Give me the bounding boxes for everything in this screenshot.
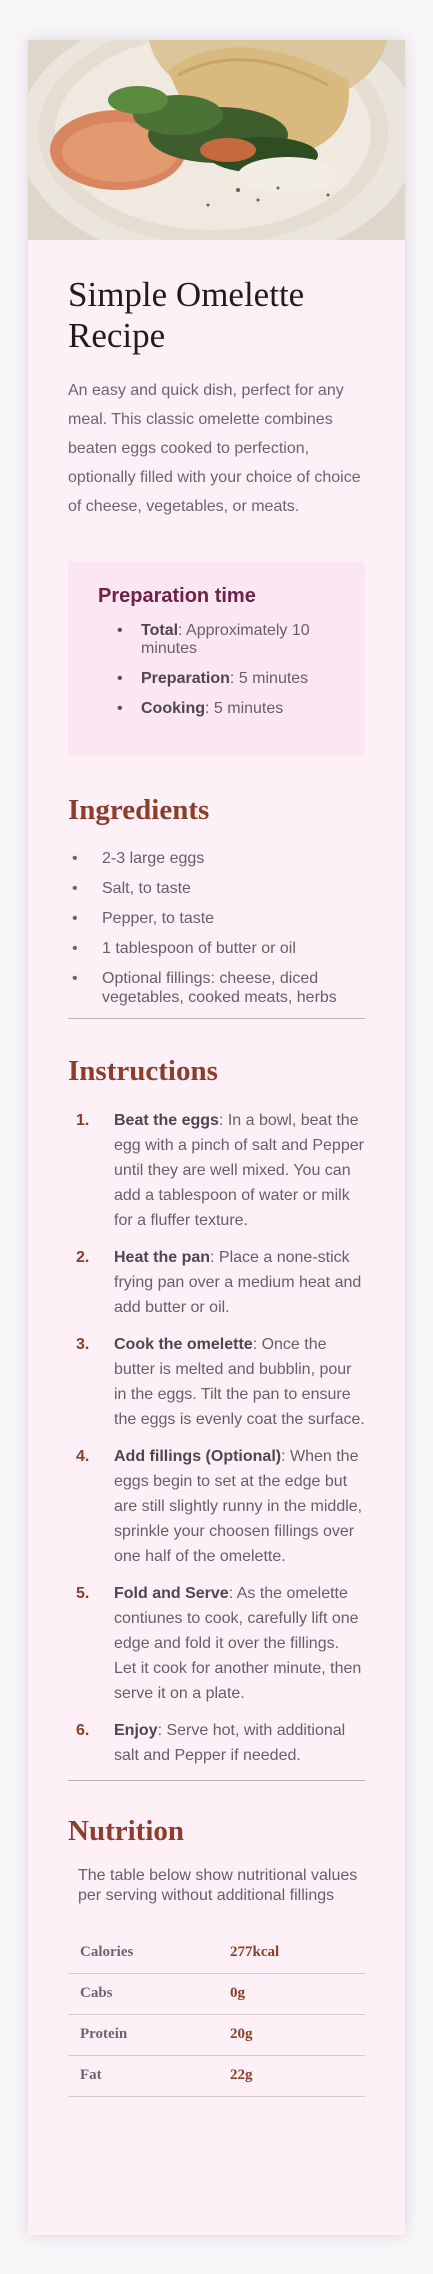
nutrient-name: Cabs — [68, 1973, 218, 2015]
ingredient-item: 2-3 large eggs — [68, 849, 365, 868]
step-number: 4. — [76, 1448, 90, 1465]
ingredient-item: 1 tablespoon of butter or oil — [68, 939, 365, 958]
prep-item-value: : 5 minutes — [205, 700, 284, 717]
instructions-list: 1. Beat the eggs: In a bowl, beat the egg… — [68, 1108, 365, 1768]
nutrient-name: Calories — [68, 1932, 218, 1974]
preparation-time-heading: Preparation time — [98, 585, 256, 607]
step-label: Beat the eggs — [114, 1112, 219, 1129]
step-text: : In a bowl, beat the egg with a pinch o… — [114, 1112, 364, 1229]
step-number: 5. — [76, 1585, 90, 1602]
nutrient-value: 20g — [218, 2014, 365, 2056]
instruction-step: 5. Fold and Serve: As the omelette contiu… — [68, 1581, 365, 1706]
nutrition-table: Calories 277kcal Cabs 0g Protein 20g Fat 22g — [68, 1932, 365, 2097]
step-number: 1. — [76, 1112, 90, 1129]
step-label: Enjoy — [114, 1722, 158, 1739]
recipe-title: Simple Omelette Recipe — [68, 275, 305, 355]
recipe-card: Simple Omelette Recipe An easy and quick… — [28, 40, 405, 2235]
section-divider — [68, 1018, 365, 1019]
nutrition-heading: Nutrition — [68, 1815, 184, 1847]
step-label: Heat the pan — [114, 1249, 211, 1266]
nutrient-value: 277kcal — [218, 1932, 365, 1974]
ingredients-heading: Ingredients — [68, 794, 210, 826]
omelette-photo — [28, 40, 405, 240]
instruction-step: 6. Enjoy: Serve hot, with additional salt… — [68, 1718, 365, 1768]
nutrient-name: Fat — [68, 2055, 218, 2097]
step-label: Fold and Serve — [114, 1585, 229, 1602]
step-number: 6. — [76, 1722, 90, 1739]
prep-item-label: Preparation — [141, 670, 230, 687]
nutrient-value: 0g — [218, 1973, 365, 2015]
ingredient-item: Salt, to taste — [68, 879, 365, 898]
instruction-step: 3. Cook the omelette: Once the butter is … — [68, 1332, 365, 1432]
step-text: : As the omelette contiunes to cook, car… — [114, 1585, 362, 1702]
preparation-time-box: Preparation time Total: Approximately 10… — [68, 561, 365, 756]
nutrition-description: The table below show nutritional values … — [78, 1867, 358, 1904]
table-row: Fat 22g — [68, 2055, 365, 2097]
step-label: Add fillings (Optional) — [114, 1448, 282, 1465]
table-row: Calories 277kcal — [68, 1932, 365, 1974]
recipe-intro: An easy and quick dish, perfect for any … — [68, 382, 361, 515]
nutrient-name: Protein — [68, 2014, 218, 2056]
prep-item-total: Total: Approximately 10 minutes — [108, 622, 335, 658]
prep-item-value: : 5 minutes — [229, 670, 309, 687]
step-number: 3. — [76, 1336, 90, 1353]
prep-item-label: Cooking — [141, 700, 205, 717]
instruction-step: 1. Beat the eggs: In a bowl, beat the egg… — [68, 1108, 365, 1233]
instruction-step: 2. Heat the pan: Place a none-stick fryin… — [68, 1245, 365, 1320]
ingredients-list: 2-3 large eggs Salt, to taste Pepper, to… — [68, 849, 365, 1007]
prep-item-preparation: Preparation: 5 minutes — [108, 670, 335, 688]
ingredient-item: Pepper, to taste — [68, 909, 365, 928]
section-divider — [68, 1780, 365, 1781]
nutrient-value: 22g — [218, 2055, 365, 2097]
table-row: Cabs 0g — [68, 1973, 365, 2015]
table-row: Protein 20g — [68, 2014, 365, 2056]
step-text: : When the eggs begin to set at the edge… — [114, 1448, 363, 1565]
prep-item-cooking: Cooking: 5 minutes — [108, 700, 335, 718]
omelette-image — [28, 40, 405, 240]
step-number: 2. — [76, 1249, 90, 1266]
instruction-step: 4. Add fillings (Optional): When the eggs… — [68, 1444, 365, 1569]
instructions-heading: Instructions — [68, 1055, 218, 1087]
step-label: Cook the omelette — [114, 1336, 253, 1353]
preparation-time-list: Total: Approximately 10 minutes Preparat… — [98, 622, 335, 718]
ingredient-item: Optional fillings: cheese, diced vegetab… — [68, 969, 365, 1007]
prep-item-label: Total — [141, 622, 179, 639]
